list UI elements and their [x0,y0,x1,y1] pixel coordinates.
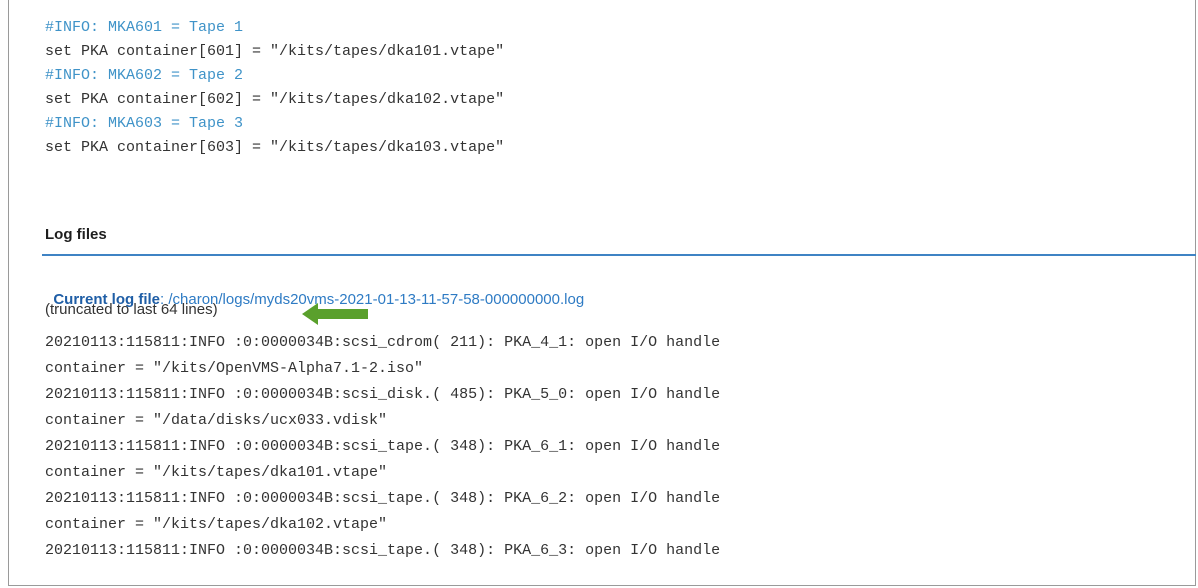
log-line: container = "/kits/tapes/dka102.vtape" [45,516,388,533]
log-line: 20210113:115811:INFO :0:0000034B:scsi_cd… [45,334,721,351]
log-line: 20210113:115811:INFO :0:0000034B:scsi_ta… [45,542,721,559]
config-code-line: set PKA container[602] = "/kits/tapes/dk… [45,91,505,108]
config-comment-line: #INFO: MKA602 = Tape 2 [45,67,244,84]
truncated-note: (truncated to last 64 lines) [45,301,218,318]
log-line: container = "/data/disks/ucx033.vdisk" [45,412,388,429]
current-log-file-path[interactable]: : /charon/logs/myds20vms-2021-01-13-11-5… [160,291,584,308]
log-line: 20210113:115811:INFO :0:0000034B:scsi_ta… [45,438,721,455]
config-comment-line: #INFO: MKA601 = Tape 1 [45,19,244,36]
arrow-left-icon [302,303,368,325]
config-code-line: set PKA container[603] = "/kits/tapes/dk… [45,139,505,156]
log-line: 20210113:115811:INFO :0:0000034B:scsi_ta… [45,490,721,507]
section-divider [42,254,1196,256]
config-code-line: set PKA container[601] = "/kits/tapes/dk… [45,43,505,60]
log-line: container = "/kits/tapes/dka101.vtape" [45,464,388,481]
config-comment-line: #INFO: MKA603 = Tape 3 [45,115,244,132]
log-line: 20210113:115811:INFO :0:0000034B:scsi_di… [45,386,721,403]
section-title-log-files: Log files [45,226,107,243]
log-line: container = "/kits/OpenVMS-Alpha7.1-2.is… [45,360,424,377]
